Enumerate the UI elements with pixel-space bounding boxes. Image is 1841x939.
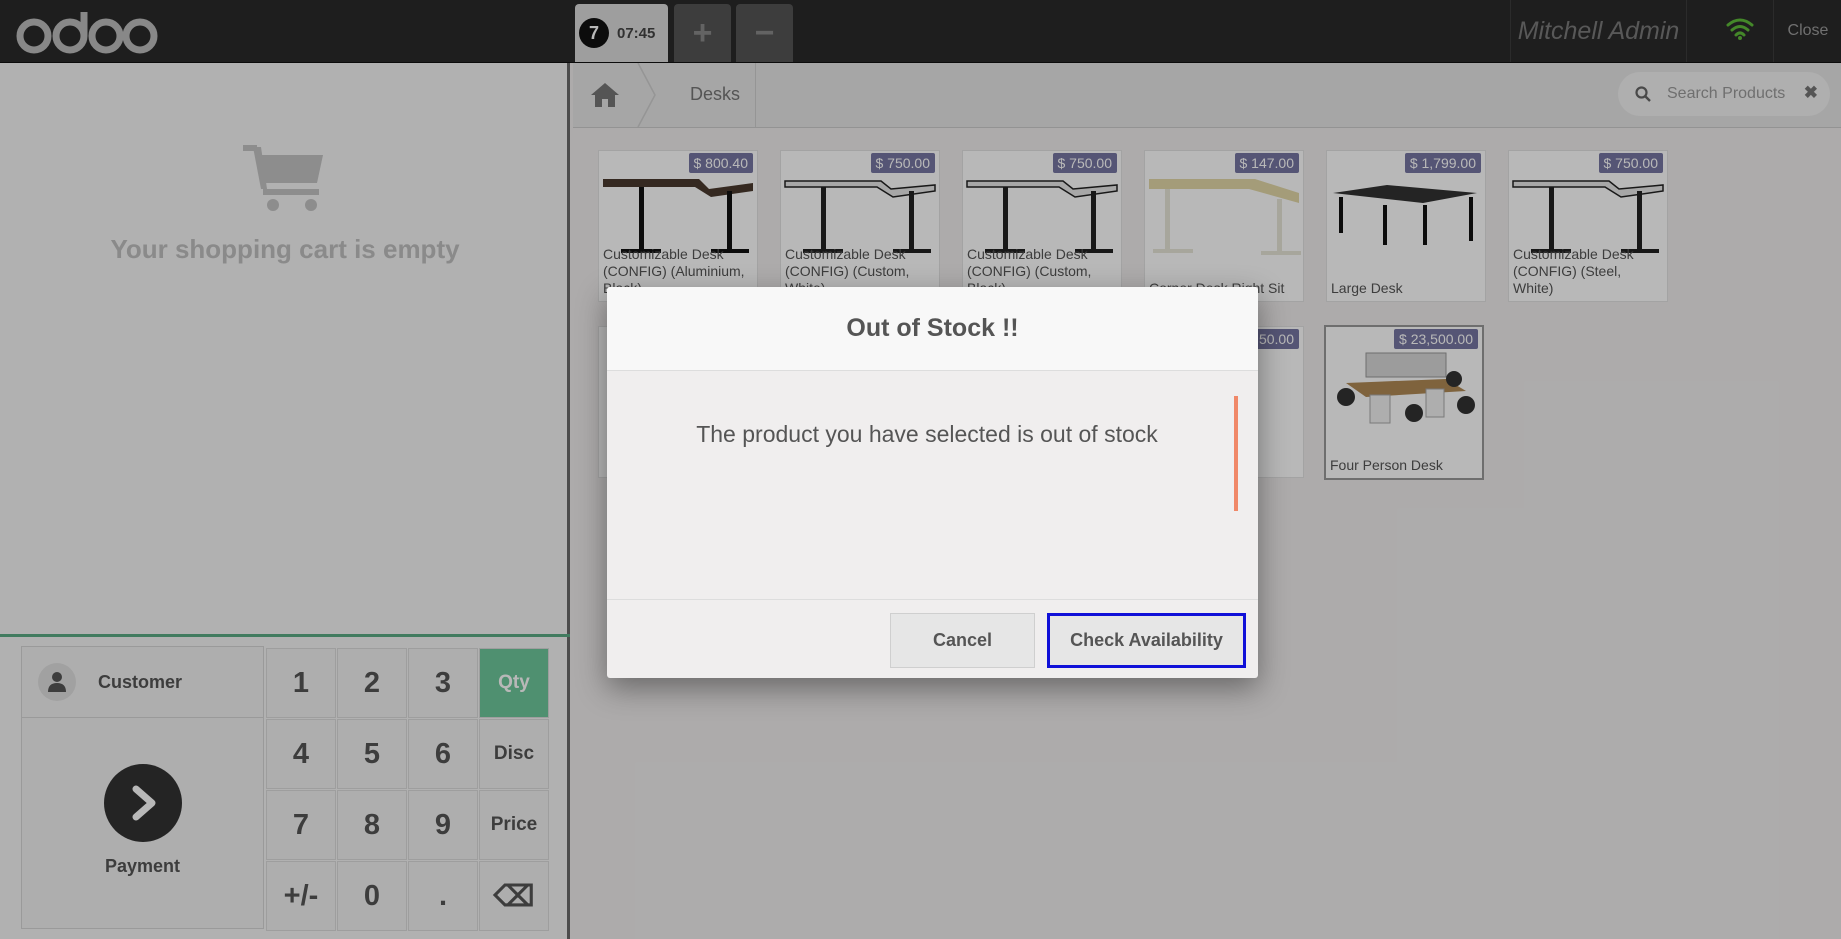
- out-of-stock-dialog: Out of Stock !! The product you have sel…: [607, 287, 1258, 678]
- check-availability-button[interactable]: Check Availability: [1047, 613, 1246, 668]
- dialog-body: The product you have selected is out of …: [607, 371, 1258, 600]
- dialog-title: Out of Stock !!: [607, 287, 1258, 371]
- dialog-scrollbar[interactable]: [1234, 396, 1238, 511]
- cancel-button[interactable]: Cancel: [890, 613, 1035, 668]
- dialog-message: The product you have selected is out of …: [696, 421, 1158, 447]
- dialog-footer: Cancel Check Availability: [607, 600, 1258, 678]
